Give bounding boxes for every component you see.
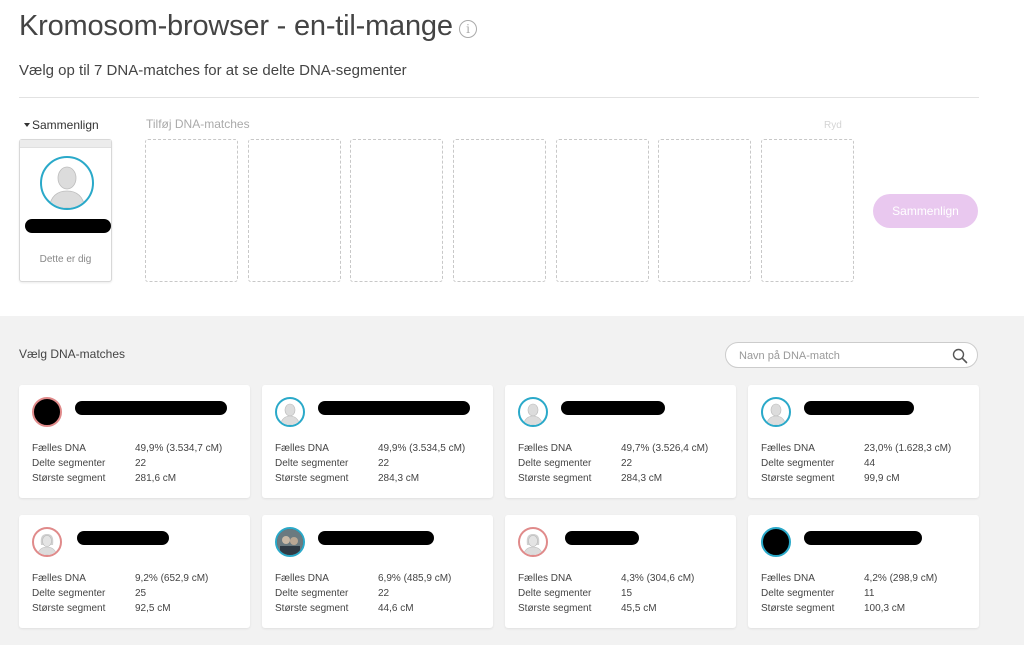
largest-segment-value: 92,5 cM	[135, 603, 171, 614]
redacted-name	[804, 531, 922, 545]
match-card[interactable]: Fælles DNA 23,0% (1.628,3 cM) Delte segme…	[748, 385, 979, 498]
match-search-input[interactable]	[739, 347, 939, 364]
shared-dna-value: 9,2% (652,9 cM)	[135, 573, 209, 584]
match-card[interactable]: Fælles DNA 9,2% (652,9 cM) Delte segmente…	[19, 515, 250, 628]
divider	[19, 97, 979, 98]
redacted-name	[565, 531, 639, 545]
shared-segments-value: 22	[135, 458, 147, 469]
shared-dna-value: 49,9% (3.534,7 cM)	[135, 443, 223, 454]
shared-segments-value: 25	[135, 588, 147, 599]
male-avatar-icon	[518, 397, 548, 427]
shared-segments-value: 15	[621, 588, 633, 599]
matches-heading: Vælg DNA-matches	[19, 347, 126, 361]
match-card[interactable]: Fælles DNA 6,9% (485,9 cM) Delte segmente…	[262, 515, 493, 628]
photo-avatar-icon	[761, 527, 791, 557]
caret-down-icon	[24, 122, 30, 127]
comparison-panel: Kromosom-browser - en-til-mange i Vælg o…	[0, 0, 1024, 316]
female-avatar-icon	[32, 527, 62, 557]
largest-segment-value: 44,6 cM	[378, 603, 414, 614]
largest-segment-value: 100,3 cM	[864, 603, 906, 614]
match-card[interactable]: Fælles DNA 49,9% (3.534,7 cM) Delte segme…	[19, 385, 250, 498]
match-card[interactable]: Fælles DNA 49,7% (3.526,4 cM) Delte segme…	[505, 385, 736, 498]
shared-segments-value: 11	[864, 588, 875, 599]
redacted-name	[77, 531, 169, 545]
shared-dna-value: 49,9% (3.534,5 cM)	[378, 443, 466, 454]
empty-match-slot[interactable]	[658, 139, 751, 282]
female-avatar-icon	[518, 527, 548, 557]
shared-dna-value: 49,7% (3.526,4 cM)	[621, 443, 709, 454]
self-card: Dette er dig	[19, 139, 112, 282]
redacted-name	[25, 219, 111, 233]
redacted-name	[318, 401, 470, 415]
photo-avatar-icon	[32, 397, 62, 427]
empty-match-slot[interactable]	[453, 139, 546, 282]
self-label: Dette er dig	[39, 254, 92, 265]
add-matches-label: Tilføj DNA-matches	[146, 117, 250, 131]
redacted-name	[318, 531, 434, 545]
compare-toggle[interactable]: Sammenlign	[24, 118, 99, 132]
redacted-name	[75, 401, 227, 415]
largest-segment-value: 284,3 cM	[378, 473, 420, 484]
clear-link[interactable]: Ryd	[824, 120, 842, 131]
shared-dna-value: 23,0% (1.628,3 cM)	[864, 443, 952, 454]
search-icon[interactable]	[952, 348, 968, 364]
empty-match-slot[interactable]	[145, 139, 238, 282]
match-card[interactable]: Fælles DNA 49,9% (3.534,5 cM) Delte segme…	[262, 385, 493, 498]
shared-segments-value: 44	[864, 458, 876, 469]
empty-match-slot[interactable]	[248, 139, 341, 282]
shared-dna-value: 4,2% (298,9 cM)	[864, 573, 938, 584]
largest-segment-value: 45,5 cM	[621, 603, 657, 614]
largest-segment-value: 99,9 cM	[864, 473, 900, 484]
match-card[interactable]: Fælles DNA 4,3% (304,6 cM) Delte segmente…	[505, 515, 736, 628]
largest-segment-value: 284,3 cM	[621, 473, 663, 484]
redacted-name	[804, 401, 914, 415]
shared-dna-value: 6,9% (485,9 cM)	[378, 573, 452, 584]
shared-segments-value: 22	[621, 458, 633, 469]
empty-match-slot[interactable]	[761, 139, 854, 282]
match-grid: Fælles DNA 49,9% (3.534,7 cM) Delte segme…	[19, 385, 979, 645]
redacted-name	[561, 401, 665, 415]
male-avatar-icon	[275, 397, 305, 427]
empty-match-slot[interactable]	[556, 139, 649, 282]
largest-segment-value: 281,6 cM	[135, 473, 177, 484]
shared-segments-value: 22	[378, 458, 390, 469]
match-card[interactable]: Fælles DNA 4,2% (298,9 cM) Delte segmente…	[748, 515, 979, 628]
empty-match-slot[interactable]	[350, 139, 443, 282]
page-title: Kromosom-browser - en-til-mange	[19, 10, 453, 42]
match-search[interactable]	[725, 342, 978, 368]
shared-dna-value: 4,3% (304,6 cM)	[621, 573, 695, 584]
photo-avatar-icon	[275, 527, 305, 557]
male-avatar-icon	[40, 156, 94, 210]
compare-button[interactable]: Sammenlign	[873, 194, 978, 228]
compare-toggle-label: Sammenlign	[32, 118, 99, 132]
info-icon[interactable]: i	[459, 20, 477, 38]
page-subtitle: Vælg op til 7 DNA-matches for at se delt…	[19, 62, 407, 79]
male-avatar-icon	[761, 397, 791, 427]
shared-segments-value: 22	[378, 588, 390, 599]
